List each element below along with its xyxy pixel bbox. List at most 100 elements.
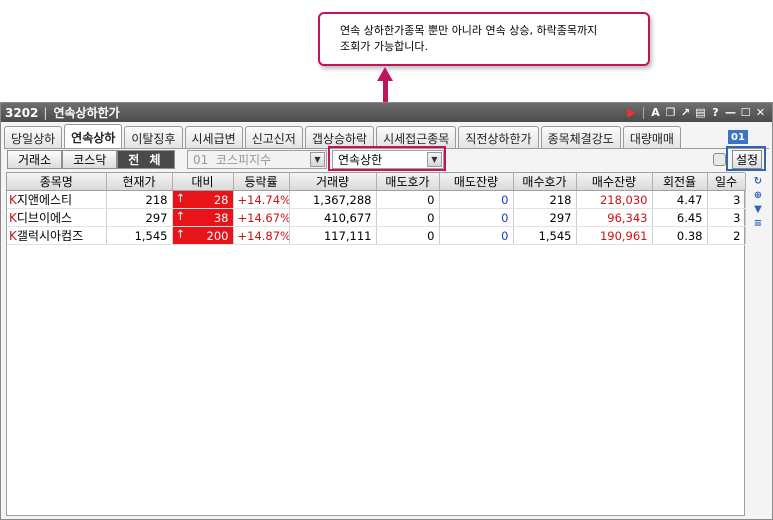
scroll-down-icon[interactable]: ▼	[752, 203, 765, 215]
col-header-price[interactable]: 현재가	[106, 173, 173, 191]
chevron-down-icon[interactable]: ▼	[310, 152, 325, 167]
stock-name: 지앤에스티	[16, 193, 73, 207]
table-row[interactable]: K지앤에스티 218 ↑ 28 +14.74% 1,367,288 0 0 218…	[7, 190, 746, 209]
cell-volume: 117,111	[289, 226, 377, 245]
cell-volume: 1,367,288	[289, 190, 377, 209]
kospi-button[interactable]: 거래소	[7, 150, 63, 169]
table-row[interactable]: K디브이에스 297 ↑ 38 +14.67% 410,677 0 0 297 9…	[7, 208, 746, 227]
cell-bid: 1,545	[513, 226, 577, 245]
col-header-rate[interactable]: 등락률	[233, 173, 290, 191]
col-header-bid-qty[interactable]: 매수잔량	[576, 173, 653, 191]
cell-name[interactable]: K갤럭시아컴즈	[7, 226, 107, 245]
menu-icon[interactable]: ≡	[752, 217, 765, 229]
grid-side-tools: ↻ ⊕ ▼ ≡	[750, 175, 766, 229]
tab-block-trade[interactable]: 대량매매	[622, 126, 681, 149]
cell-change: ↑ 38	[172, 208, 234, 227]
tab-prior-limit[interactable]: 직전상하한가	[458, 126, 539, 149]
cell-days: 3	[707, 208, 746, 227]
title-icon-divider	[643, 106, 644, 119]
screen-code: 3202	[5, 105, 39, 120]
close-icon[interactable]: ✕	[753, 105, 768, 120]
market-selector: 거래소 코스닥 전 체	[7, 150, 175, 169]
zoom-in-icon[interactable]: ⊕	[752, 189, 765, 201]
cell-bid-qty: 190,961	[576, 226, 653, 245]
title-separator: |	[43, 105, 48, 120]
link-icon[interactable]: ↗	[678, 105, 693, 120]
callout-arrow-head	[377, 67, 393, 81]
cell-ask-qty: 0	[439, 208, 514, 227]
tab-sudden-change[interactable]: 시세급변	[184, 126, 243, 149]
cell-bid-qty: 96,343	[576, 208, 653, 227]
all-button[interactable]: 전 체	[117, 150, 175, 169]
option-checkbox[interactable]	[713, 153, 726, 166]
col-header-turnover[interactable]: 회전율	[652, 173, 708, 191]
index-select[interactable]: 01 코스피지수 ▼	[187, 150, 327, 169]
kosdaq-button[interactable]: 코스닥	[62, 150, 118, 169]
cell-change: ↑ 28	[172, 190, 234, 209]
up-arrow-icon: ↑	[175, 209, 186, 223]
stock-name: 갤럭시아컴즈	[16, 229, 84, 243]
col-header-name[interactable]: 종목명	[7, 173, 107, 191]
cell-name[interactable]: K디브이에스	[7, 208, 107, 227]
font-icon[interactable]: A	[648, 105, 663, 120]
col-header-ask[interactable]: 매도호가	[376, 173, 440, 191]
tab-consecutive-limit[interactable]: 연속상하	[64, 124, 123, 149]
cell-price: 1,545	[106, 226, 173, 245]
tab-daily-limit[interactable]: 당일상하	[4, 126, 63, 149]
cell-turnover: 4.47	[652, 190, 708, 209]
play-icon[interactable]: ▶	[624, 105, 639, 120]
header-row: 종목명 현재가 대비 등락률 거래량 매도호가 매도잔량 매수호가 매수잔량 회…	[7, 173, 746, 191]
col-header-volume[interactable]: 거래량	[289, 173, 377, 191]
up-arrow-icon: ↑	[175, 227, 186, 241]
settings-highlight	[726, 146, 766, 171]
index-select-value: 01 코스피지수	[193, 153, 272, 167]
tab-execution-strength[interactable]: 종목체결강도	[540, 126, 621, 149]
tab-new-high-low[interactable]: 신고신저	[244, 126, 303, 149]
title-bar: 3202 | 연속상하한가 ▶ A ❐ ↗ ▤ ? — ☐ ✕	[1, 103, 772, 122]
cell-ask-qty: 0	[439, 226, 514, 245]
change-value: 28	[213, 192, 229, 207]
cell-ask-qty: 0	[439, 190, 514, 209]
title-icons: ▶ A ❐ ↗ ▤ ? — ☐ ✕	[624, 105, 772, 120]
market-marker: K	[9, 211, 17, 225]
col-header-ask-qty[interactable]: 매도잔량	[439, 173, 514, 191]
cell-bid-qty: 218,030	[576, 190, 653, 209]
cell-ask: 0	[376, 190, 440, 209]
callout-line-2: 조회가 가능합니다.	[340, 40, 428, 53]
change-value: 200	[206, 228, 229, 243]
cell-ask: 0	[376, 226, 440, 245]
col-header-bid[interactable]: 매수호가	[513, 173, 577, 191]
help-icon[interactable]: ?	[708, 105, 723, 120]
cell-change: ↑ 200	[172, 226, 234, 245]
cell-price: 297	[106, 208, 173, 227]
maximize-icon[interactable]: ☐	[738, 105, 753, 120]
callout-line-1: 연속 상하한가종목 뿐만 아니라 연속 상승, 하락종목까지	[340, 24, 598, 37]
col-header-days[interactable]: 일수	[707, 173, 746, 191]
minimize-icon[interactable]: —	[723, 105, 738, 120]
cell-ask: 0	[376, 208, 440, 227]
results-grid: 종목명 현재가 대비 등락률 거래량 매도호가 매도잔량 매수호가 매수잔량 회…	[6, 172, 746, 516]
col-header-change[interactable]: 대비	[172, 173, 234, 191]
up-arrow-icon: ↑	[175, 191, 186, 205]
cell-name[interactable]: K지앤에스티	[7, 190, 107, 209]
market-marker: K	[9, 229, 17, 243]
tab-strip: 당일상하 연속상하 이탈징후 시세급변 신고신저 갭상승하락 시세접근종목 직전…	[4, 124, 683, 149]
refresh-icon[interactable]: ↻	[752, 175, 765, 187]
stock-name: 디브이에스	[16, 211, 73, 225]
copy-icon[interactable]: ❐	[663, 105, 678, 120]
cell-days: 3	[707, 190, 746, 209]
table-row[interactable]: K갤럭시아컴즈 1,545 ↑ 200 +14.87% 117,111 0 0 1…	[7, 226, 746, 245]
cell-rate: +14.74%	[233, 190, 290, 209]
callout-tooltip: 연속 상하한가종목 뿐만 아니라 연속 상승, 하락종목까지 조회가 가능합니다…	[318, 12, 650, 66]
cell-price: 218	[106, 190, 173, 209]
type-select-highlight	[328, 146, 446, 171]
market-marker: K	[9, 193, 17, 207]
cell-turnover: 6.45	[652, 208, 708, 227]
tab-deviation[interactable]: 이탈징후	[124, 126, 183, 149]
change-value: 38	[213, 210, 229, 225]
cell-bid: 297	[513, 208, 577, 227]
cell-rate: +14.87%	[233, 226, 290, 245]
print-icon[interactable]: ▤	[693, 105, 708, 120]
cell-bid: 218	[513, 190, 577, 209]
cell-volume: 410,677	[289, 208, 377, 227]
